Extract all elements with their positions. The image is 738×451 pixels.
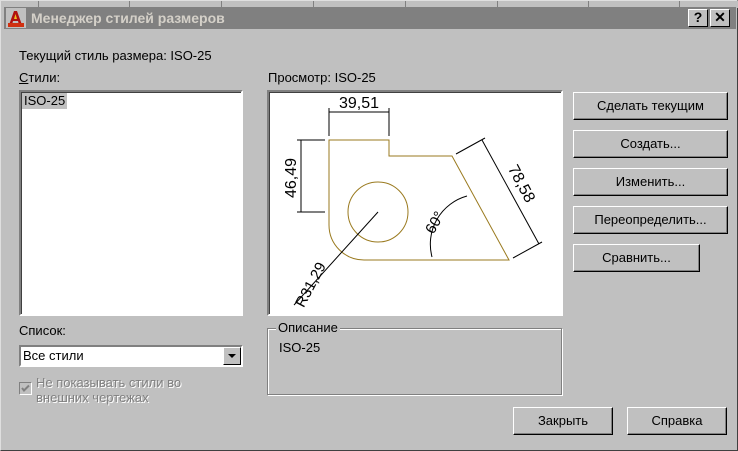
create-label: Создать... (620, 136, 681, 151)
part-outline (328, 139, 510, 261)
preview-label: Просмотр: ISO-25 (268, 70, 376, 85)
dimension-diagonal-text: 78,58 (504, 162, 538, 205)
autocad-app-icon (6, 8, 26, 28)
override-button[interactable]: Переопределить... (573, 206, 728, 234)
styles-label: Стили: (19, 70, 61, 85)
list-label: Список: (19, 323, 66, 338)
description-group (267, 328, 563, 396)
compare-button[interactable]: Сравнить... (573, 244, 700, 272)
create-button[interactable]: Создать... (573, 130, 728, 158)
set-current-label: Сделать текущим (597, 98, 704, 113)
dimension-radius-text: R31,29 (292, 260, 330, 311)
dimension-preview-drawing: 39,51 46,49 78,58 60° R31,29 (283, 95, 543, 311)
close-button[interactable]: Закрыть (513, 407, 613, 435)
override-label: Переопределить... (594, 212, 707, 227)
modify-label: Изменить... (615, 174, 686, 189)
dimension-left-text: 46,49 (283, 158, 300, 198)
set-current-button[interactable]: Сделать текущим (573, 92, 728, 120)
description-text: ISO-25 (279, 340, 321, 355)
dimension-lines (293, 108, 543, 306)
close-title-button[interactable]: ✕ (710, 9, 730, 27)
list-item[interactable]: ISO-25 (22, 93, 68, 109)
help-button[interactable]: Справка (627, 407, 727, 435)
description-title: Описание (276, 320, 340, 336)
checkmark-icon (21, 384, 30, 392)
dimension-angle-text: 60° (422, 209, 448, 237)
hide-xref-checkbox[interactable] (19, 382, 32, 395)
current-style-label: Текущий стиль размера: ISO-25 (19, 48, 212, 63)
window-title: Менеджер стилей размеров (31, 10, 225, 26)
chevron-down-icon[interactable] (223, 347, 241, 365)
dimension-style-manager-dialog: Менеджер стилей размеров ? ✕ Текущий сти… (0, 0, 738, 451)
list-filter-select[interactable]: Все стили (19, 345, 243, 367)
help-label: Справка (651, 413, 703, 428)
hide-xref-label: Не показывать стили во внешних чертежах (36, 375, 182, 405)
dimension-top-text: 39,51 (339, 95, 379, 112)
close-label: Закрыть (537, 413, 589, 428)
list-filter-value: Все стили (23, 348, 84, 363)
modify-button[interactable]: Изменить... (573, 168, 728, 196)
compare-label: Сравнить... (602, 250, 671, 265)
title-bar: Менеджер стилей размеров ? ✕ (4, 7, 736, 29)
styles-listbox[interactable]: ISO-25 (19, 90, 243, 316)
preview-pane: 39,51 46,49 78,58 60° R31,29 (267, 90, 563, 316)
help-title-button[interactable]: ? (688, 9, 708, 27)
